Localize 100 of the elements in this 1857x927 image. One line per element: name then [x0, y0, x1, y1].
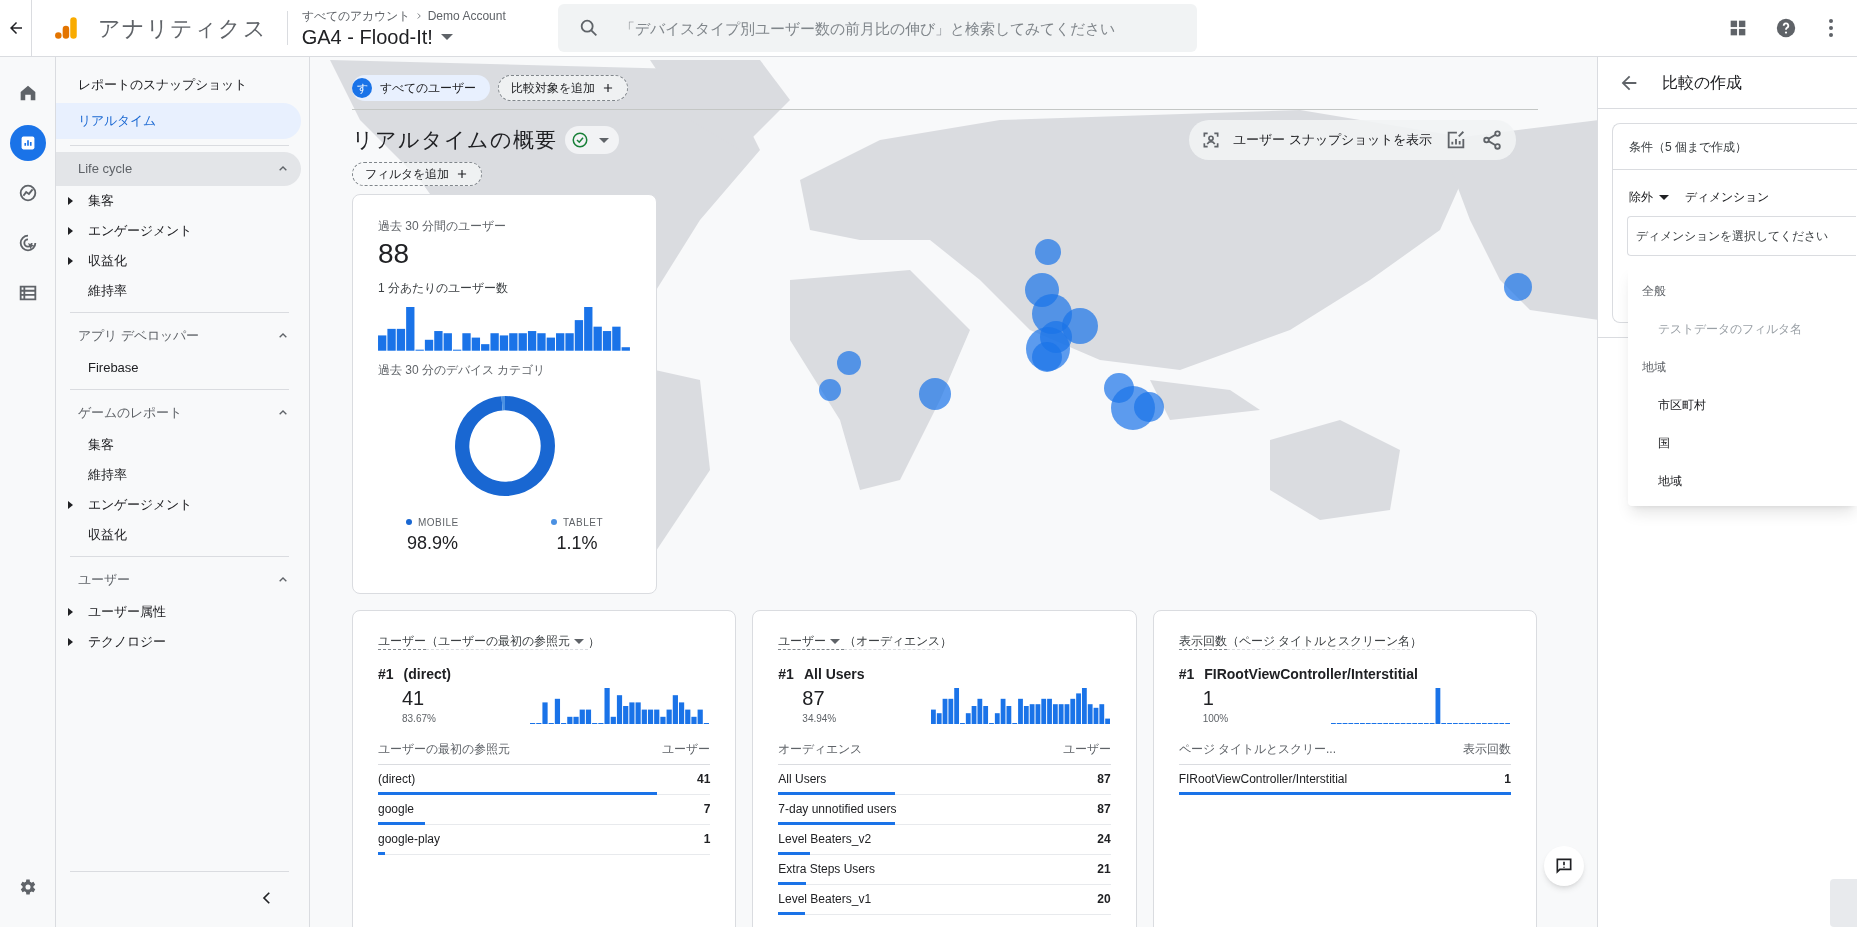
metric-selector[interactable]: ユーザー: [778, 633, 845, 650]
plus-icon: [601, 81, 615, 95]
metric-selector[interactable]: 表示回数: [1178, 633, 1227, 650]
person-frame-icon: [1201, 130, 1222, 150]
table-cell-text: 41: [696, 771, 711, 788]
table-cell-text: 7: [703, 801, 711, 818]
dimension-selector[interactable]: （オーディエンス: [844, 633, 941, 650]
caret-down-icon: [574, 638, 584, 644]
nav-item[interactable]: 維持率: [56, 460, 301, 490]
caret-down-icon: [599, 137, 610, 143]
rank-label: #1: [778, 665, 794, 684]
chart-edit-icon: [1445, 129, 1467, 151]
expand-triangle-icon: [66, 256, 74, 266]
metric-label: 過去 30 分間のユーザー: [378, 218, 507, 235]
metric-selector[interactable]: ユーザー: [378, 633, 426, 650]
more-vertical-icon: [1829, 19, 1833, 37]
breadcrumb-link[interactable]: すべてのアカウント: [301, 7, 410, 25]
nav-item[interactable]: 集客: [56, 430, 301, 460]
avatar-initial: す: [352, 78, 372, 98]
segment-chip[interactable]: す すべてのユーザー: [352, 75, 490, 101]
table-cell-text: Level Beaters_v2: [778, 831, 872, 848]
feedback-button[interactable]: [1544, 846, 1584, 886]
top-item-label: FIRootViewController/Interstitial: [1204, 665, 1418, 684]
condition-mode-dropdown[interactable]: 除外: [1629, 188, 1669, 206]
menu-group-label: 地域: [1641, 359, 1667, 376]
metric-label: 1 分あたりのユーザー数: [378, 280, 509, 297]
column-header: オーディエンス: [778, 741, 863, 758]
table-cell-text: 1: [1504, 771, 1511, 788]
nav-item[interactable]: テクノロジー: [56, 627, 301, 657]
nav-item[interactable]: 収益化: [56, 246, 301, 276]
column-header: ユーザー: [662, 741, 711, 758]
feedback-icon: [1554, 856, 1574, 876]
table-cell-text: google-play: [378, 831, 441, 848]
expand-triangle-icon: [66, 500, 74, 510]
nav-item[interactable]: 維持率: [56, 276, 301, 306]
nav-section-header[interactable]: ユーザー: [56, 563, 301, 597]
caret-down-icon: [1659, 194, 1669, 200]
column-header: ユーザー: [1062, 741, 1111, 758]
top-item-value: 87: [802, 686, 826, 711]
top-item-value: 41: [402, 686, 426, 711]
nav-item[interactable]: ユーザー属性: [56, 597, 301, 627]
legend-label: MOBILE: [418, 515, 459, 530]
heading-text: ）: [940, 633, 953, 650]
nav-item[interactable]: エンゲージメント: [56, 216, 301, 246]
condition-type-label: ディメンション: [1685, 189, 1769, 206]
status-dropdown[interactable]: [565, 126, 620, 154]
share-button[interactable]: [1480, 128, 1504, 152]
dimension-selector[interactable]: （ユーザーの最初の参照元: [426, 633, 588, 650]
menu-item[interactable]: 地域: [1628, 462, 1857, 500]
plus-icon: [455, 167, 469, 181]
nav-item[interactable]: 収益化: [56, 520, 301, 550]
nav-item[interactable]: 集客: [56, 186, 301, 216]
search-field[interactable]: 「デバイスタイプ別ユーザー数の前月比の伸び」と検索してみてください: [557, 4, 1197, 52]
top-item-label: All Users: [803, 665, 865, 684]
menu-item[interactable]: 国: [1628, 424, 1857, 462]
nav-rail-button[interactable]: [9, 125, 46, 161]
panel-title: 比較の作成: [1662, 72, 1742, 93]
card-header-text: 条件（5 個まで作成）: [1613, 124, 1857, 170]
add-comparison-button[interactable]: 比較対象を追加: [498, 75, 628, 101]
property-selector[interactable]: GA4 - Flood-It!: [301, 25, 506, 49]
legend-value: 1.1%: [556, 531, 598, 555]
table-cell-text: (direct): [378, 771, 416, 788]
table-cell-text: 87: [1097, 801, 1111, 818]
table-cell-text: Extra Steps Users: [778, 861, 876, 878]
nav-section-header[interactable]: ゲームのレポート: [56, 396, 301, 430]
nav-item[interactable]: エンゲージメント: [56, 490, 301, 520]
caret-down-icon: [440, 34, 453, 40]
analytics-logo: [54, 15, 80, 41]
add-filter-button[interactable]: フィルタを追加: [352, 162, 482, 186]
column-header: ユーザーの最初の参照元: [378, 741, 510, 758]
top-item-share: 34.94%: [802, 712, 837, 726]
dimension-selector[interactable]: （ページ タイトルとスクリーン名: [1226, 633, 1410, 650]
table-cell-text: 24: [1097, 831, 1111, 848]
table-cell-text: 7-day unnotified users: [778, 801, 897, 818]
table-cell-text: FIRootViewController/Interstitial: [1178, 771, 1348, 788]
column-header: 表示回数: [1463, 741, 1511, 758]
rank-label: #1: [1178, 665, 1195, 684]
help-icon: [1775, 17, 1797, 39]
nav-item[interactable]: レポートのスナップショット: [56, 67, 301, 103]
top-item-share: 83.67%: [402, 712, 436, 726]
nav-section-header[interactable]: アプリ デベロッパー: [56, 319, 301, 353]
breadcrumb-link[interactable]: Demo Account: [427, 7, 506, 25]
dimension-field[interactable]: ディメンションを選択してください: [1627, 216, 1856, 256]
rank-label: #1: [378, 665, 394, 684]
legend-label: TABLET: [562, 515, 603, 530]
metric-value: 88: [378, 237, 411, 271]
table-cell-text: 1: [703, 831, 711, 848]
heading-text: ）: [588, 633, 600, 650]
nav-item[interactable]: Firebase: [56, 353, 301, 383]
metric-label: 過去 30 分のデバイス カテゴリ: [378, 361, 547, 379]
nav-section-header[interactable]: Life cycle: [56, 152, 301, 186]
table-cell-text: google: [378, 801, 415, 818]
nav-item[interactable]: リアルタイム: [56, 103, 301, 139]
share-icon: [1481, 129, 1503, 151]
column-header: ページ タイトルとスクリー...: [1178, 741, 1336, 758]
top-item-share: 100%: [1202, 712, 1229, 726]
table-cell-text: 87: [1097, 771, 1111, 788]
app-name: アナリティクス: [98, 14, 267, 43]
menu-item[interactable]: 市区町村: [1628, 386, 1857, 424]
table-cell-text: 21: [1097, 861, 1111, 878]
